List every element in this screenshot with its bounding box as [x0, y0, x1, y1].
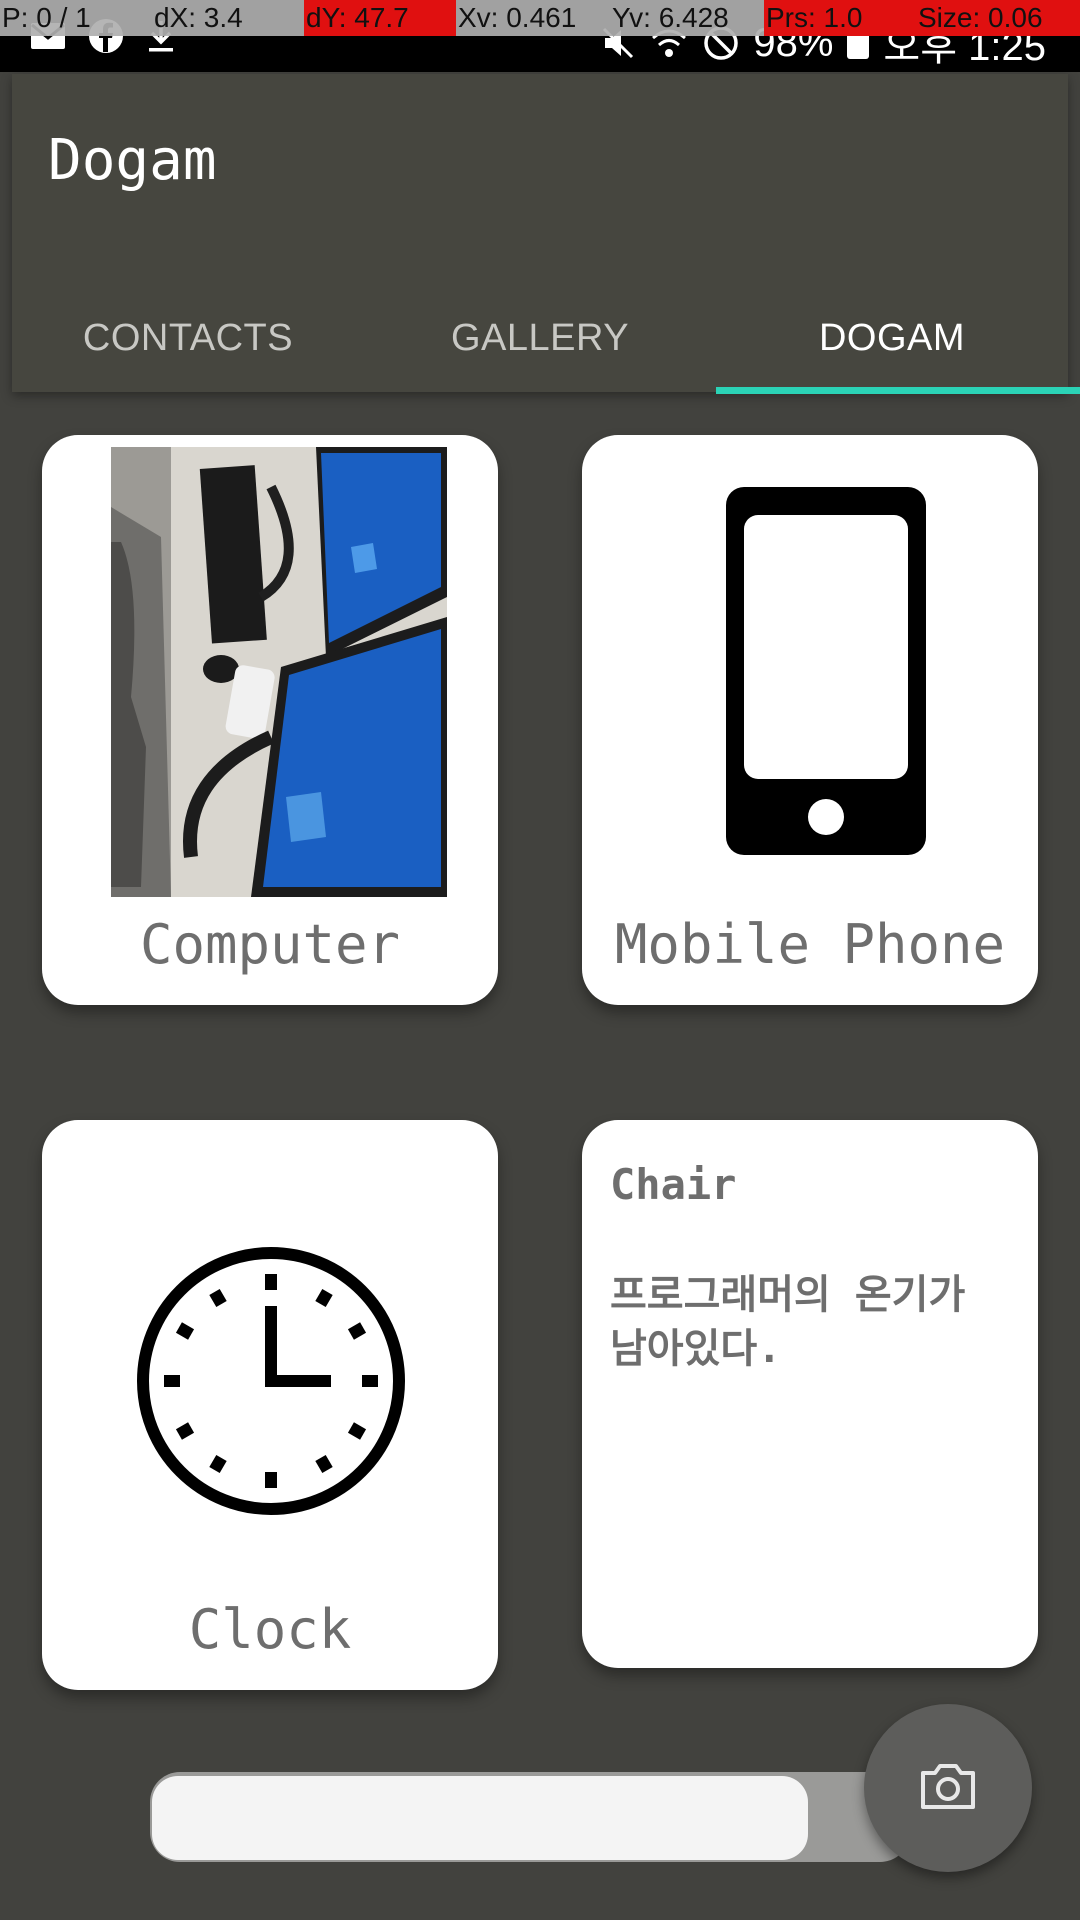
smartphone-icon	[726, 487, 926, 859]
tab-dogam-label: DOGAM	[818, 316, 966, 359]
app-title: Dogam	[48, 128, 217, 193]
tab-bar: CONTACTS GALLERY DOGAM	[12, 284, 1080, 394]
debug-pointer: P: 0 / 1	[2, 2, 91, 33]
card-clock-label: Clock	[188, 1598, 352, 1661]
debug-xv: Xv: 0.461	[458, 2, 577, 33]
tab-gallery[interactable]: GALLERY	[364, 284, 716, 392]
debug-dy: dY: 47.7	[304, 0, 456, 36]
computer-photo	[111, 447, 447, 897]
tab-dogam[interactable]: DOGAM	[716, 284, 1080, 394]
debug-dx: dX: 3.4	[154, 2, 243, 33]
card-mobile-phone-label: Mobile Phone	[614, 913, 1006, 976]
debug-yv: Yv: 6.428	[612, 2, 729, 33]
camera-icon	[919, 1763, 977, 1813]
card-computer-label: Computer	[139, 913, 401, 976]
card-computer[interactable]: Computer	[42, 435, 498, 1005]
camera-button[interactable]	[864, 1704, 1032, 1872]
active-tab-indicator	[716, 387, 1080, 394]
card-chair-title: Chair	[610, 1160, 737, 1209]
card-chair-description: 프로그래머의 온기가 남아있다.	[610, 1272, 966, 1372]
debug-prs: Prs: 1.0	[764, 0, 916, 36]
card-chair[interactable]: Chair 프로그래머의 온기가 남아있다.	[582, 1120, 1038, 1668]
pointer-location-overlay: P: 0 / 1 dX: 3.4 dY: 47.7 Xv: 0.461 Yv: …	[0, 0, 1080, 36]
tab-gallery-label: GALLERY	[450, 316, 630, 359]
clock-icon	[136, 1246, 406, 1520]
app-bar: Dogam CONTACTS GALLERY DOGAM	[12, 74, 1080, 394]
tab-contacts[interactable]: CONTACTS	[12, 284, 364, 392]
tab-contacts-label: CONTACTS	[82, 316, 294, 359]
card-clock[interactable]: Clock	[42, 1120, 498, 1690]
bottom-text-input[interactable]	[152, 1776, 808, 1860]
debug-size: Size: 0.06	[916, 0, 1080, 36]
card-mobile-phone[interactable]: Mobile Phone	[582, 435, 1038, 1005]
